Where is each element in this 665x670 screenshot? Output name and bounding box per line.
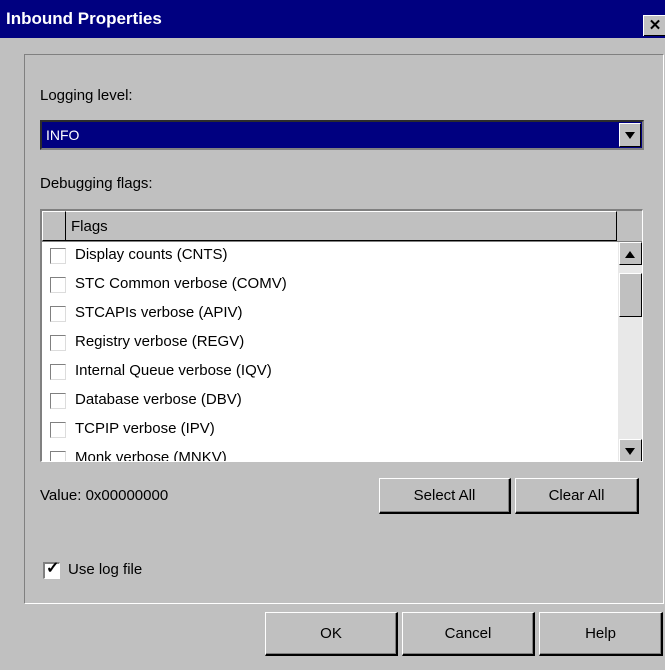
logging-level-label: Logging level: xyxy=(40,87,133,104)
flag-label: TCPIP verbose (IPV) xyxy=(75,420,215,437)
close-button[interactable]: ✕ xyxy=(643,15,665,36)
scroll-thumb[interactable] xyxy=(619,273,642,317)
cancel-button[interactable]: Cancel xyxy=(402,612,535,656)
flag-row[interactable]: Registry verbose (REGV) xyxy=(42,329,617,358)
flag-row[interactable]: STC Common verbose (COMV) xyxy=(42,271,617,300)
select-all-button[interactable]: Select All xyxy=(379,478,511,514)
flags-value-text: Value: 0x00000000 xyxy=(40,487,169,504)
logging-level-value: INFO xyxy=(46,127,80,143)
flag-checkbox[interactable] xyxy=(50,422,66,438)
flag-label: Registry verbose (REGV) xyxy=(75,333,245,350)
flag-label: Database verbose (DBV) xyxy=(75,391,242,408)
clear-all-button[interactable]: Clear All xyxy=(515,478,639,514)
flag-checkbox[interactable] xyxy=(50,393,66,409)
help-button[interactable]: Help xyxy=(539,612,663,656)
flag-checkbox[interactable] xyxy=(50,306,66,322)
debugging-flags-list: Flags Display counts (CNTS) STC Common v… xyxy=(40,209,643,462)
flag-label: STCAPIs verbose (APIV) xyxy=(75,304,243,321)
logging-level-select[interactable]: INFO xyxy=(40,120,644,150)
window-title: Inbound Properties xyxy=(6,9,162,28)
flag-checkbox[interactable] xyxy=(50,248,66,264)
flag-label: Monk verbose (MNKV) xyxy=(75,449,227,462)
close-icon: ✕ xyxy=(648,17,662,34)
flag-label: Display counts (CNTS) xyxy=(75,246,228,263)
flag-row[interactable]: Database verbose (DBV) xyxy=(42,387,617,416)
debugging-flags-label: Debugging flags: xyxy=(40,175,153,192)
flags-vertical-scrollbar[interactable] xyxy=(618,242,642,461)
checkmark-icon: ✓ xyxy=(46,560,60,577)
scroll-down-button[interactable] xyxy=(619,439,642,461)
flag-label: STC Common verbose (COMV) xyxy=(75,275,287,292)
title-bar[interactable]: Inbound Properties xyxy=(0,0,665,38)
flag-row[interactable]: TCPIP verbose (IPV) xyxy=(42,416,617,445)
scroll-up-button[interactable] xyxy=(619,242,642,265)
flags-list-header: Flags xyxy=(42,211,642,242)
chevron-down-icon xyxy=(625,132,635,139)
flag-row[interactable]: STCAPIs verbose (APIV) xyxy=(42,300,617,329)
inbound-properties-dialog: Inbound Properties ✕ Logging level: INFO… xyxy=(0,0,665,670)
arrow-down-icon xyxy=(625,448,635,455)
flags-column-header-label: Flags xyxy=(71,218,108,235)
flag-checkbox[interactable] xyxy=(50,335,66,351)
flag-checkbox[interactable] xyxy=(50,364,66,380)
flags-column-header[interactable]: Flags xyxy=(42,211,617,241)
flag-checkbox[interactable] xyxy=(50,277,66,293)
flag-checkbox[interactable] xyxy=(50,451,66,461)
flag-row[interactable]: Display counts (CNTS) xyxy=(42,242,617,271)
logging-level-dropdown-button[interactable] xyxy=(619,123,641,147)
arrow-up-icon xyxy=(625,251,635,258)
use-log-file-label: Use log file xyxy=(68,561,143,578)
checkbox-column-header[interactable] xyxy=(42,211,66,241)
ok-button[interactable]: OK xyxy=(265,612,398,656)
flag-row[interactable]: Internal Queue verbose (IQV) xyxy=(42,358,617,387)
flag-label: Internal Queue verbose (IQV) xyxy=(75,362,272,379)
use-log-file-checkbox[interactable]: ✓ xyxy=(43,560,60,579)
flag-row[interactable]: Monk verbose (MNKV) xyxy=(42,445,617,462)
